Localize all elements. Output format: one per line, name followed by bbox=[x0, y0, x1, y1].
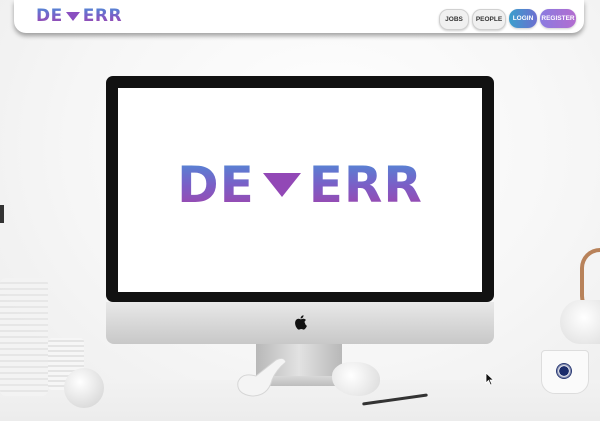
login-button[interactable]: LOGIN bbox=[509, 9, 537, 28]
monitor-screen: DE ERR bbox=[118, 88, 482, 292]
down-triangle-icon bbox=[65, 11, 80, 21]
monitor-frame: DE ERR bbox=[106, 76, 494, 302]
nav-buttons: JOBS PEOPLE LOGIN REGISTER bbox=[439, 9, 576, 30]
hero-logo: DE ERR bbox=[177, 156, 423, 214]
top-navbar: DE ERR JOBS PEOPLE LOGIN REGISTER bbox=[14, 0, 584, 33]
jobs-button[interactable]: JOBS bbox=[439, 9, 469, 30]
apple-icon bbox=[295, 315, 307, 330]
cup-pattern bbox=[552, 361, 576, 381]
hero-logo-left: DE bbox=[177, 156, 255, 214]
teapot bbox=[560, 300, 600, 344]
ceramic-bird bbox=[237, 357, 287, 397]
mouse-cursor-icon bbox=[485, 372, 495, 386]
patterned-cup bbox=[541, 350, 589, 394]
hero-logo-right: ERR bbox=[308, 156, 423, 214]
decorative-sphere bbox=[64, 368, 104, 408]
down-triangle-icon bbox=[262, 173, 301, 197]
brand-logo-right: ERR bbox=[82, 6, 123, 26]
register-button[interactable]: REGISTER bbox=[540, 9, 576, 28]
lamp-stem bbox=[0, 205, 4, 223]
brand-logo[interactable]: DE ERR bbox=[36, 5, 122, 27]
brand-logo-left: DE bbox=[36, 6, 63, 26]
lattice-vase bbox=[0, 278, 48, 396]
people-button[interactable]: PEOPLE bbox=[472, 9, 506, 30]
